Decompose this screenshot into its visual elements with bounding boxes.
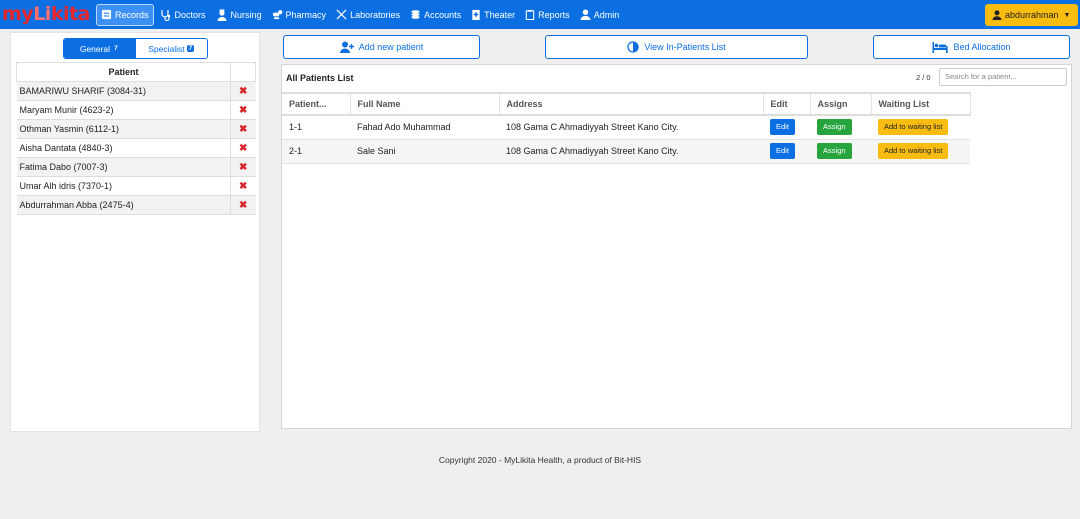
specialist-count-badge: 7 bbox=[186, 45, 195, 52]
table-row[interactable]: Aisha Dantata (4840-3) ✖ bbox=[16, 138, 256, 158]
patient-name[interactable]: Abdurrahman Abba (2475-4) bbox=[16, 195, 231, 215]
patient-column-header: Patient bbox=[16, 62, 231, 82]
add-to-waiting-list-button[interactable]: Add to waiting list bbox=[878, 119, 949, 136]
assign-button[interactable]: Assign bbox=[817, 143, 852, 159]
remove-icon[interactable]: ✖ bbox=[230, 195, 256, 215]
remove-column-header bbox=[230, 62, 256, 82]
patient-name[interactable]: Aisha Dantata (4840-3) bbox=[16, 138, 231, 158]
patient-search-input[interactable]: Search for a patient... bbox=[939, 68, 1067, 86]
assign-button[interactable]: Assign bbox=[817, 119, 852, 136]
patient-full-name: Fahad Ado Muhammad bbox=[350, 115, 499, 140]
nav-admin[interactable]: Admin bbox=[576, 4, 624, 26]
specialist-tab[interactable]: Specialist 7 bbox=[135, 39, 207, 58]
table-row[interactable]: Abdurrahman Abba (2475-4) ✖ bbox=[16, 195, 256, 215]
remove-icon[interactable]: ✖ bbox=[230, 176, 256, 196]
patient-name[interactable]: Fatima Dabo (7007-3) bbox=[16, 157, 231, 177]
table-row: 2-1 Sale Sani 108 Gama C Ahmadiyyah Stre… bbox=[282, 139, 970, 164]
table-row: 1-1 Fahad Ado Muhammad 108 Gama C Ahmadi… bbox=[282, 115, 970, 140]
stethoscope-icon bbox=[160, 9, 170, 21]
user-menu-button[interactable]: abdurrahman ▼ bbox=[985, 4, 1078, 26]
all-patients-panel: All Patients List 2 / 0 Search for a pat… bbox=[281, 64, 1072, 429]
nav-theater[interactable]: Theater bbox=[467, 4, 519, 26]
patient-full-name: Sale Sani bbox=[350, 139, 499, 164]
edit-button[interactable]: Edit bbox=[770, 119, 795, 136]
nav-records[interactable]: Records bbox=[96, 3, 154, 26]
pie-icon bbox=[627, 41, 639, 53]
column-header-full-name[interactable]: Full Name bbox=[350, 92, 500, 116]
caret-down-icon: ▼ bbox=[1063, 11, 1071, 19]
nav-nursing[interactable]: Nursing bbox=[212, 4, 266, 26]
patient-name[interactable]: Maryam Munir (4623-2) bbox=[16, 100, 231, 120]
patient-type-toggle: General 7 Specialist 7 bbox=[63, 38, 208, 59]
coins-icon bbox=[411, 10, 420, 19]
add-to-waiting-list-button[interactable]: Add to waiting list bbox=[878, 143, 949, 159]
patient-name[interactable]: BAMARIWU SHARIF (3084-31) bbox=[16, 81, 231, 101]
clipboard-icon bbox=[525, 9, 535, 20]
patient-name[interactable]: Umar Alh idris (7370-1) bbox=[16, 176, 231, 196]
general-tab[interactable]: General 7 bbox=[64, 39, 136, 58]
column-header-address[interactable]: Address bbox=[499, 92, 764, 116]
table-row[interactable]: BAMARIWU SHARIF (3084-31) ✖ bbox=[16, 81, 256, 101]
patient-address: 108 Gama C Ahmadiyyah Street Kano City. bbox=[499, 139, 763, 164]
user-icon bbox=[992, 10, 1002, 20]
patient-sidebar: General 7 Specialist 7 Patient BAMARIWU … bbox=[10, 32, 260, 432]
nav-doctors[interactable]: Doctors bbox=[156, 4, 210, 26]
table-row[interactable]: Othman Yasmin (6112-1) ✖ bbox=[16, 119, 256, 139]
edit-button[interactable]: Edit bbox=[770, 143, 795, 159]
add-patient-button[interactable]: Add new patient bbox=[283, 35, 480, 59]
patient-id: 2-1 bbox=[282, 139, 350, 164]
table-row[interactable]: Umar Alh idris (7370-1) ✖ bbox=[16, 176, 256, 196]
pagination-indicator: 2 / 0 bbox=[916, 73, 931, 82]
user-icon bbox=[580, 9, 591, 20]
patients-table: Patient... Full Name Address Edit Assign… bbox=[282, 92, 971, 164]
clinic-icon bbox=[472, 9, 480, 20]
remove-icon[interactable]: ✖ bbox=[230, 157, 256, 177]
patient-id: 1-1 bbox=[282, 115, 350, 140]
nurse-icon bbox=[217, 9, 227, 21]
brand-logo[interactable]: myLikita bbox=[2, 0, 96, 29]
table-row[interactable]: Fatima Dabo (7007-3) ✖ bbox=[16, 157, 256, 177]
remove-icon[interactable]: ✖ bbox=[230, 119, 256, 139]
column-header-assign[interactable]: Assign bbox=[810, 92, 872, 116]
remove-icon[interactable]: ✖ bbox=[230, 138, 256, 158]
pills-icon bbox=[272, 10, 282, 20]
column-header-patient[interactable]: Patient... bbox=[282, 92, 351, 116]
patient-address: 108 Gama C Ahmadiyyah Street Kano City. bbox=[499, 115, 763, 140]
add-user-icon bbox=[339, 41, 354, 53]
panel-title: All Patients List bbox=[286, 73, 354, 83]
nav-pharmacy[interactable]: Pharmacy bbox=[268, 4, 331, 26]
patient-queue-table: Patient BAMARIWU SHARIF (3084-31) ✖ Marya… bbox=[16, 62, 256, 215]
nav-laboratories[interactable]: Laboratories bbox=[332, 4, 404, 26]
table-row[interactable]: Maryam Munir (4623-2) ✖ bbox=[16, 100, 256, 120]
lab-icon bbox=[336, 9, 347, 20]
remove-icon[interactable]: ✖ bbox=[230, 81, 256, 101]
bed-icon bbox=[932, 41, 949, 53]
top-navbar: myLikita Records Doctors Nursing Pharmac… bbox=[0, 0, 1080, 29]
records-icon bbox=[101, 9, 112, 20]
remove-icon[interactable]: ✖ bbox=[230, 100, 256, 120]
footer-copyright: Copyright 2020 - MyLikita Health, a prod… bbox=[438, 455, 642, 465]
view-inpatients-button[interactable]: View In-Patients List bbox=[545, 35, 808, 59]
general-count-badge: 7 bbox=[114, 45, 118, 52]
patient-name[interactable]: Othman Yasmin (6112-1) bbox=[16, 119, 231, 139]
nav-reports[interactable]: Reports bbox=[521, 4, 574, 26]
column-header-edit[interactable]: Edit bbox=[763, 92, 811, 116]
bed-allocation-button[interactable]: Bed Allocation bbox=[873, 35, 1070, 59]
column-header-waiting-list[interactable]: Waiting List bbox=[871, 92, 971, 116]
nav-accounts[interactable]: Accounts bbox=[406, 4, 465, 26]
